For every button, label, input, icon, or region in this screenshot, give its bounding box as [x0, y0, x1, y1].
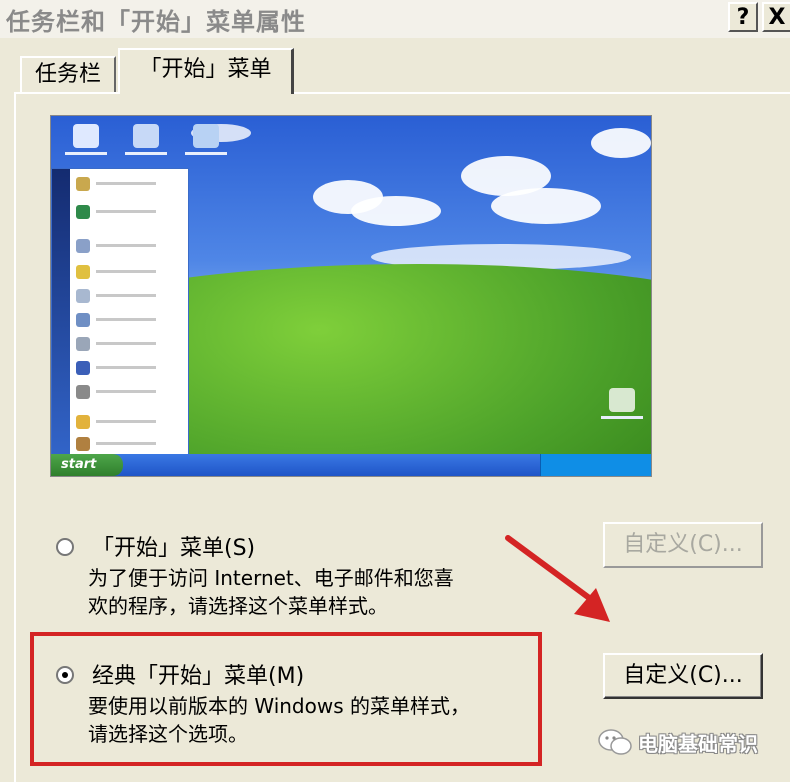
- menu-item-icon: [76, 177, 90, 191]
- desktop-icon: [193, 124, 219, 148]
- title-bar: 任务栏和「开始」菜单属性 ? X: [0, 0, 790, 38]
- menu-item-icon: [76, 205, 90, 219]
- watermark-text: 电脑基础常识: [638, 732, 758, 756]
- start-menu-item: [76, 413, 180, 431]
- wechat-icon: [598, 729, 632, 755]
- start-menu-item: [76, 359, 180, 377]
- start-menu-item: [76, 175, 180, 193]
- tab-start-menu[interactable]: 「开始」菜单: [118, 48, 294, 94]
- menu-item-icon: [76, 437, 90, 451]
- menu-item-text: [96, 390, 156, 393]
- start-menu-item: [76, 311, 180, 329]
- menu-item-icon: [76, 361, 90, 375]
- preview-cloud: [591, 128, 651, 158]
- desktop-icon-label: [125, 152, 167, 155]
- start-menu-radio[interactable]: [56, 538, 74, 556]
- desktop-icon: [133, 124, 159, 148]
- menu-item-text: [96, 318, 156, 321]
- start-menu-item: [76, 237, 180, 255]
- red-arrow-icon: [505, 535, 610, 622]
- start-menu-item: [76, 383, 180, 401]
- menu-item-text: [96, 210, 156, 213]
- menu-item-text: [96, 342, 156, 345]
- menu-item-icon: [76, 385, 90, 399]
- menu-item-text: [96, 294, 156, 297]
- desktop-icon: [73, 124, 99, 148]
- menu-item-icon: [76, 415, 90, 429]
- customize-classic-menu-button[interactable]: 自定义(C)...: [603, 653, 763, 699]
- menu-item-text: [96, 366, 156, 369]
- preview-cloud: [491, 188, 601, 224]
- desktop-icon-label: [65, 152, 107, 155]
- start-menu-item: [76, 435, 180, 453]
- desktop-icon-label: [185, 152, 227, 155]
- menu-item-text: [96, 442, 156, 445]
- preview-taskbar: start: [51, 454, 651, 476]
- start-menu-option-description-line-1: 为了便于访问 Internet、电子邮件和您喜: [88, 566, 454, 590]
- start-menu-item: [76, 263, 180, 281]
- menu-item-icon: [76, 289, 90, 303]
- menu-item-icon: [76, 265, 90, 279]
- menu-item-icon: [76, 337, 90, 351]
- desktop-icon-label: [601, 416, 643, 419]
- start-menu-item: [76, 287, 180, 305]
- start-menu-option-label[interactable]: 「开始」菜单(S): [92, 530, 255, 562]
- menu-item-text: [96, 420, 156, 423]
- start-menu-item: [76, 203, 180, 221]
- menu-item-text: [96, 270, 156, 273]
- preview-start-menu: [51, 168, 189, 456]
- menu-item-icon: [76, 313, 90, 327]
- preview-cloud: [351, 196, 441, 226]
- window-title: 任务栏和「开始」菜单属性: [6, 8, 306, 36]
- start-menu-option-description-line-2: 欢的程序，请选择这个菜单样式。: [88, 594, 388, 618]
- preview-system-tray: [540, 454, 651, 476]
- menu-item-icon: [76, 239, 90, 253]
- highlight-box: [30, 632, 542, 766]
- menu-item-text: [96, 244, 156, 247]
- close-button[interactable]: X: [762, 2, 790, 32]
- start-menu-item: [76, 335, 180, 353]
- start-menu-side-bar: [52, 169, 70, 455]
- recycle-bin-icon: [609, 388, 635, 412]
- preview-start-button: start: [51, 454, 123, 476]
- help-button[interactable]: ?: [728, 2, 758, 32]
- menu-item-text: [96, 182, 156, 185]
- tab-taskbar[interactable]: 任务栏: [20, 56, 116, 92]
- start-menu-preview: start: [50, 115, 652, 477]
